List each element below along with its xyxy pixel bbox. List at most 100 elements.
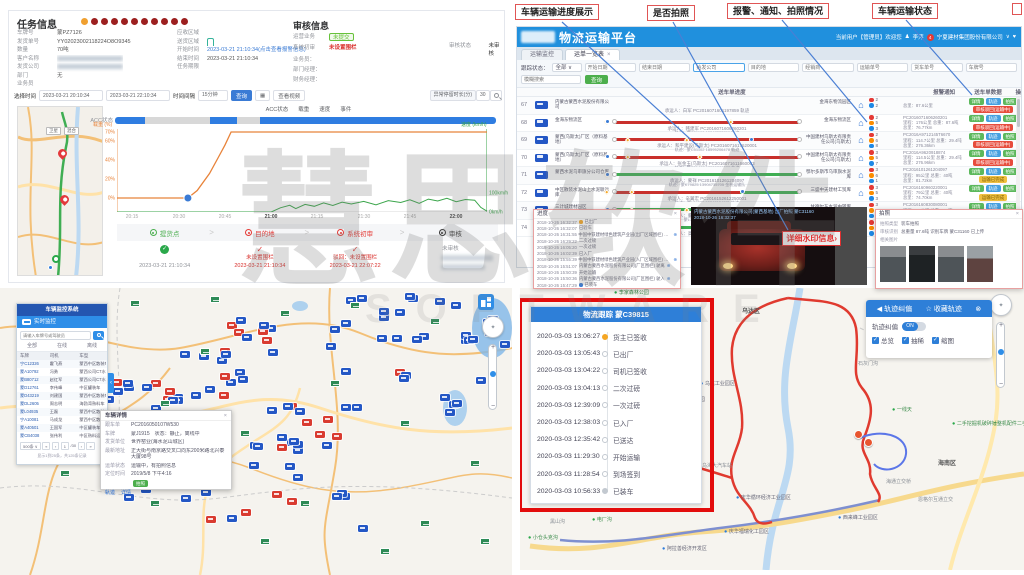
notify-indicator[interactable]: 2: [869, 103, 903, 108]
detail-button[interactable]: 详情: [969, 133, 984, 140]
progress-bar[interactable]: [615, 173, 799, 177]
track-button[interactable]: 轨迹: [986, 98, 1001, 105]
vehicle-row[interactable]: 蒙A40501王国军中区罐装车: [17, 424, 107, 432]
vehicle-row[interactable]: 蒙B80712赵红军蒙西公司C7水泥车: [17, 376, 107, 384]
stay-duration-value[interactable]: 30: [476, 90, 490, 101]
photo-indicator[interactable]: 3: [869, 126, 903, 131]
truck-marker[interactable]: [412, 336, 422, 343]
close-icon[interactable]: ×: [674, 210, 677, 218]
vehicle-tab[interactable]: 离线: [77, 342, 107, 351]
transport-status-badge[interactable]: 审核驳回(运输中): [973, 124, 1014, 131]
truck-marker[interactable]: [249, 462, 259, 469]
fence-link-icon[interactable]: ⊕: [667, 263, 671, 269]
truck-marker[interactable]: [165, 388, 175, 395]
fleet-monitor-map[interactable]: 车辆监控系统 实时监控 全部在线离线 车牌司机车型 宁C12326霍飞燕蒙西中区…: [0, 288, 512, 575]
truck-marker[interactable]: [435, 298, 445, 305]
home-status-icon[interactable]: ⌂: [853, 153, 869, 163]
truck-marker[interactable]: [399, 375, 409, 382]
search-button[interactable]: 查询: [585, 75, 608, 84]
transport-row[interactable]: 67 内蒙古蒙西水泥股份有限公司 承运人：白军 PC20160716011978…: [517, 97, 1021, 115]
truck-marker[interactable]: [285, 463, 295, 470]
route-end-marker[interactable]: [854, 430, 863, 439]
zoom-knob[interactable]: [998, 349, 1004, 355]
photo-thumbnail[interactable]: [938, 246, 964, 282]
truck-marker[interactable]: [289, 438, 299, 445]
truck-marker[interactable]: [241, 509, 251, 516]
truck-marker[interactable]: [219, 392, 229, 399]
truck-marker[interactable]: [221, 351, 231, 358]
truck-marker[interactable]: [253, 443, 263, 450]
truck-marker[interactable]: [341, 404, 351, 411]
tab-transport-monitor[interactable]: 运输监控: [521, 49, 563, 60]
photo-indicator[interactable]: 7: [869, 161, 903, 166]
truck-marker[interactable]: [206, 516, 216, 523]
truck-marker[interactable]: [142, 384, 152, 391]
transport-status-badge[interactable]: 审核驳回(运输中): [973, 141, 1014, 148]
prev-page-button[interactable]: ‹: [52, 442, 59, 450]
close-icon[interactable]: ×: [224, 411, 227, 420]
truck-marker[interactable]: [227, 515, 237, 522]
legend-item[interactable]: ACC状态: [264, 105, 289, 113]
filter-input[interactable]: [693, 63, 744, 72]
correction-toggle[interactable]: ON: [902, 322, 926, 331]
notify-indicator[interactable]: 6: [869, 138, 903, 143]
detail-link[interactable]: 详情: [121, 489, 131, 496]
transport-row[interactable]: 69 蒙西(乌斯太)厂区（原料基地） 承运人：和平建设(乌斯太) PC20160…: [517, 132, 1021, 150]
close-icon[interactable]: ×: [1016, 210, 1019, 218]
vehicle-row[interactable]: 蒙DL2605周志明海勃湾熟料车: [17, 400, 107, 408]
track-status-select[interactable]: 全部 ∨: [552, 63, 582, 72]
realtime-monitor-menu[interactable]: 实时监控: [17, 316, 107, 328]
legend-item[interactable]: 速度: [317, 105, 330, 113]
detail-button[interactable]: 详情: [969, 115, 984, 122]
photo-indicator[interactable]: 1: [869, 178, 903, 183]
track-button[interactable]: 轨迹: [986, 168, 1001, 175]
vehicle-row[interactable]: 蒙D43219刘建国蒙西中区散装车: [17, 392, 107, 400]
map-zoom-slider[interactable]: [488, 344, 497, 410]
layer-switch-button[interactable]: [478, 294, 494, 310]
current-page-input[interactable]: 1: [61, 442, 69, 450]
map-toggle-2d[interactable]: 卫星: [46, 127, 61, 135]
track-button[interactable]: 轨迹: [986, 150, 1001, 157]
photo-point-icon[interactable]: [605, 119, 610, 124]
filter-input[interactable]: [911, 63, 962, 72]
progress-bar[interactable]: [615, 121, 799, 125]
truck-marker[interactable]: [476, 377, 486, 384]
truck-marker[interactable]: [315, 431, 325, 438]
truck-marker[interactable]: [259, 322, 269, 329]
layer-checkbox[interactable]: ✓缩图: [932, 335, 954, 345]
grid-icon-button[interactable]: ▦: [255, 90, 270, 101]
transport-row[interactable]: 68 金海东物流区 承运人：韩建军 PC2016071606260201 轨迹：…: [517, 115, 1021, 133]
progress-bar[interactable]: [615, 138, 799, 142]
detail-button[interactable]: 详情: [969, 98, 984, 105]
notify-indicator[interactable]: 5: [869, 190, 903, 195]
filter-input[interactable]: [748, 63, 799, 72]
truck-marker[interactable]: [235, 369, 245, 376]
photo-indicator[interactable]: 3: [869, 196, 903, 201]
vehicle-position-dot[interactable]: [48, 265, 53, 270]
truck-marker[interactable]: [123, 380, 133, 387]
track-link[interactable]: 轨迹: [105, 489, 115, 496]
truck-marker[interactable]: [277, 444, 287, 451]
truck-marker[interactable]: [268, 349, 278, 356]
fence-link-icon[interactable]: ⊕: [673, 232, 677, 238]
query-button[interactable]: 查询: [231, 90, 252, 101]
truck-marker[interactable]: [242, 334, 252, 341]
truck-marker[interactable]: [445, 409, 455, 416]
track-button[interactable]: 轨迹: [986, 115, 1001, 122]
map-pan-control[interactable]: ✦: [482, 316, 504, 338]
notify-indicator[interactable]: 6: [869, 173, 903, 178]
close-circle-icon[interactable]: ⊗: [975, 305, 981, 313]
alarm-indicator[interactable]: 2: [869, 97, 903, 102]
truck-marker[interactable]: [238, 376, 248, 383]
transport-row[interactable]: 71 蒙西水泥乌审旗分公司仓库 承运人：蒙祥 PC201610126120409…: [517, 167, 1021, 185]
truck-marker[interactable]: [452, 400, 462, 407]
vehicle-tab[interactable]: 全部: [17, 342, 47, 351]
detail-button[interactable]: 详情: [969, 185, 984, 192]
notify-indicator[interactable]: 5: [869, 120, 903, 125]
start-marker[interactable]: [52, 255, 60, 263]
panel-collapse-handle[interactable]: ‹: [108, 373, 114, 393]
truck-marker[interactable]: [277, 434, 287, 441]
truck-marker[interactable]: [113, 388, 123, 395]
filter-input[interactable]: [585, 63, 636, 72]
home-status-icon[interactable]: ⌂: [853, 118, 869, 128]
